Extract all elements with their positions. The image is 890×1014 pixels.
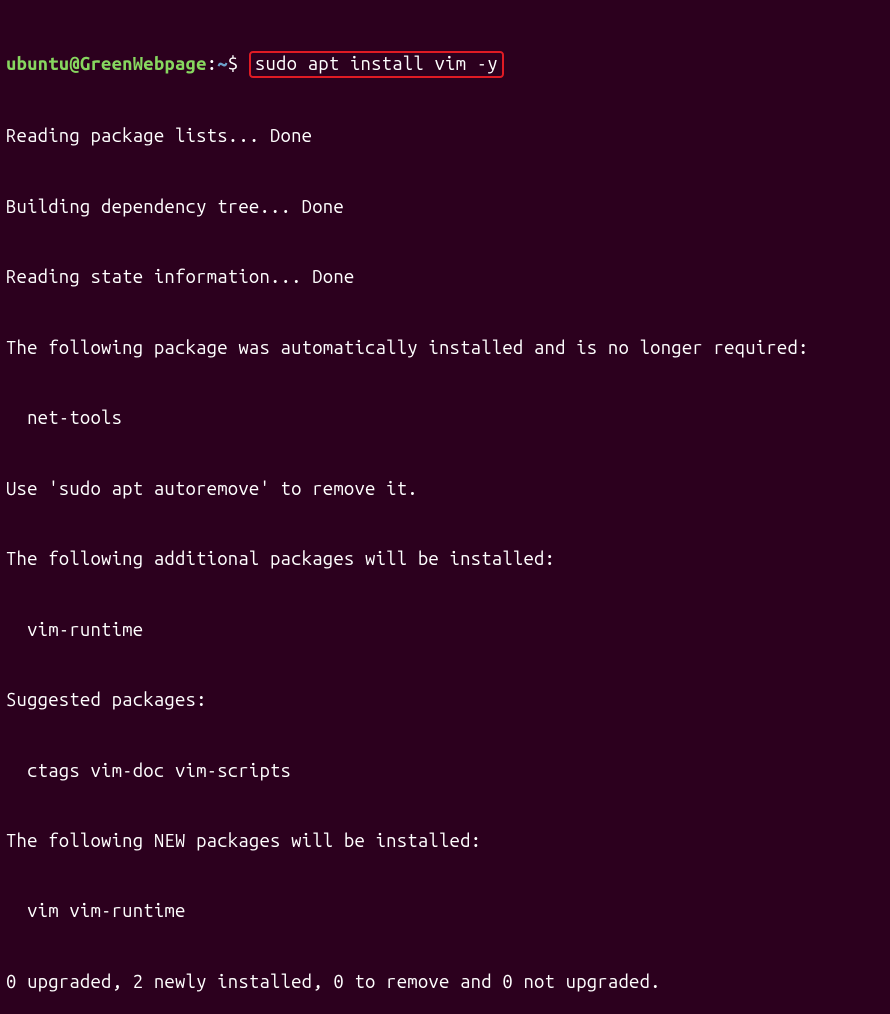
output-line: The following NEW packages will be insta… [6, 830, 884, 853]
output-line: ctags vim-doc vim-scripts [6, 760, 884, 783]
output-line: vim-runtime [6, 619, 884, 642]
output-line: net-tools [6, 407, 884, 430]
terminal-window[interactable]: ubuntu@GreenWebpage:~$ sudo apt install … [6, 4, 884, 1014]
output-line: Suggested packages: [6, 689, 884, 712]
prompt-dollar: $ [228, 54, 239, 74]
output-line: Reading package lists... Done [6, 125, 884, 148]
prompt-colon: : [207, 54, 218, 74]
prompt-line: ubuntu@GreenWebpage:~$ sudo apt install … [6, 51, 884, 78]
output-line: Building dependency tree... Done [6, 196, 884, 219]
output-line: 0 upgraded, 2 newly installed, 0 to remo… [6, 971, 884, 994]
command-highlight-box: sudo apt install vim -y [249, 51, 504, 78]
prompt-user: ubuntu [6, 54, 69, 74]
output-line: Reading state information... Done [6, 266, 884, 289]
command-text: sudo apt install vim -y [255, 54, 498, 74]
prompt-path: ~ [217, 54, 228, 74]
prompt-host: GreenWebpage [80, 54, 207, 74]
output-line: The following package was automatically … [6, 337, 884, 360]
prompt-at: @ [69, 54, 80, 74]
output-line: Use 'sudo apt autoremove' to remove it. [6, 478, 884, 501]
output-line: The following additional packages will b… [6, 548, 884, 571]
output-line: vim vim-runtime [6, 900, 884, 923]
